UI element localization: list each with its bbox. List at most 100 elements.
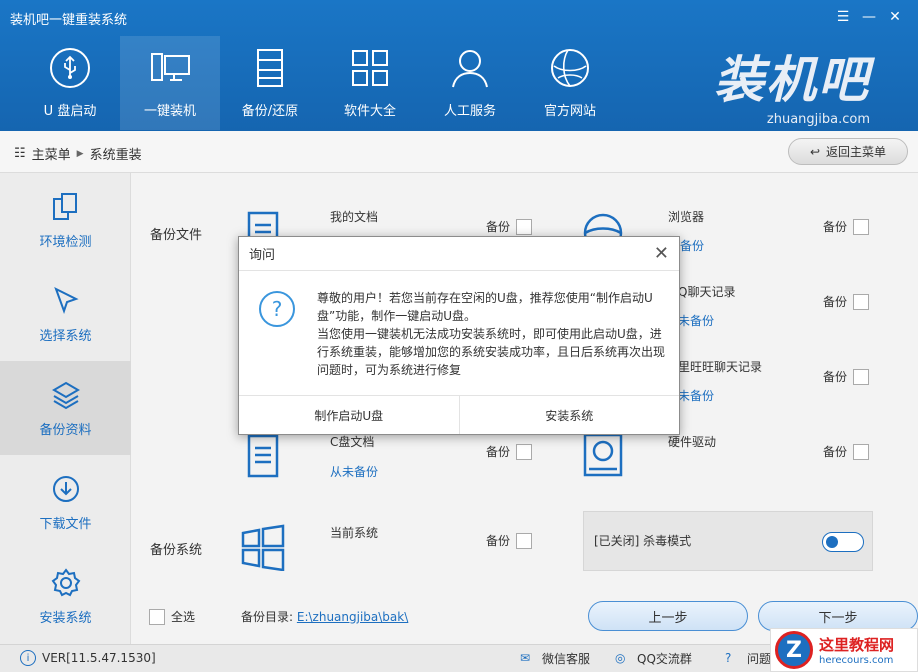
- sidebar-item-label: 安装系统: [39, 610, 92, 626]
- antivirus-mode-panel: [已关闭] 杀毒模式: [583, 511, 873, 571]
- nav-label: 官方网站: [543, 104, 596, 119]
- section-label-backup-system: 备份系统: [150, 543, 203, 558]
- antivirus-toggle[interactable]: [822, 532, 864, 552]
- prev-step-button[interactable]: 上一步: [588, 601, 748, 631]
- backup-current-system[interactable]: 备份: [486, 532, 533, 549]
- item-name-current-system: 当前系统: [330, 526, 379, 540]
- qq-group-link[interactable]: ◎ QQ交流群: [615, 650, 692, 667]
- feedback-link[interactable]: ? 问题: [725, 650, 771, 667]
- item-name-my-documents: 我的文档: [330, 210, 379, 224]
- backup-wangwang-chat[interactable]: 备份: [823, 368, 870, 385]
- watermark: Z 这里教程网 herecours.com: [770, 628, 918, 672]
- sidebar-item-download-files[interactable]: 下载文件: [0, 455, 131, 549]
- nav-label: 软件大全: [343, 104, 396, 119]
- checkbox[interactable]: [516, 532, 533, 549]
- nav-one-click-install[interactable]: 一键装机: [120, 36, 220, 130]
- nav-manual-service[interactable]: 人工服务: [420, 36, 520, 130]
- checkbox[interactable]: [516, 218, 533, 235]
- version-info: i VER[11.5.47.1530]: [20, 650, 156, 666]
- close-icon[interactable]: ✕: [654, 243, 669, 264]
- environment-check-icon: [52, 192, 77, 220]
- item-name-qq-chat: Q聊天记录: [678, 285, 736, 299]
- download-icon: [52, 475, 79, 502]
- backup-label: 备份: [823, 220, 848, 234]
- app-title: 装机吧一键重装系统: [10, 13, 128, 28]
- watermark-logo-icon: Z: [775, 631, 813, 669]
- backup-qq-chat[interactable]: 备份: [823, 293, 870, 310]
- wechat-label: 微信客服: [542, 652, 591, 666]
- dialog-message-line-2: 当您使用一键装机无法成功安装系统时，即可使用此启动U盘，进行系统重装，能够增加您…: [317, 327, 666, 377]
- breadcrumb-root[interactable]: 主菜单: [32, 144, 71, 163]
- backup-label: 备份: [486, 445, 511, 459]
- backup-directory-link[interactable]: E:\zhuangjiba\bak\: [297, 610, 408, 624]
- dialog-buttons: 制作启动U盘 安装系统: [239, 395, 679, 434]
- list-icon: ☷: [14, 146, 26, 161]
- toggle-knob: [826, 536, 838, 548]
- user-icon: [452, 50, 488, 88]
- nav-backup-restore[interactable]: 备份/还原: [220, 36, 320, 130]
- nav-label: 人工服务: [443, 104, 496, 119]
- install-system-button[interactable]: 安装系统: [458, 396, 680, 434]
- backup-my-documents[interactable]: 备份: [486, 218, 533, 235]
- backup-browser[interactable]: 备份: [823, 218, 870, 235]
- dialog-message-line-1: 尊敬的用户！若您当前存在空闲的U盘，推荐您使用“制作启动U盘”功能，制作一键启动…: [317, 291, 653, 323]
- checkbox[interactable]: [853, 368, 870, 385]
- select-all-checkbox[interactable]: [149, 608, 165, 625]
- item-name-wangwang-chat: 里旺旺聊天记录: [678, 360, 763, 374]
- globe-icon: [551, 49, 589, 87]
- watermark-url: herecours.com: [819, 655, 894, 666]
- nav-label: 备份/还原: [241, 104, 299, 119]
- backup-label: 备份: [823, 445, 848, 459]
- close-icon[interactable]: ✕: [882, 6, 908, 28]
- checkbox[interactable]: [853, 218, 870, 235]
- watermark-title: 这里教程网: [819, 636, 895, 654]
- brand-logo-text: 装机吧: [714, 51, 870, 109]
- menu-icon[interactable]: ☰: [830, 6, 856, 28]
- sidebar-item-label: 环境检测: [39, 234, 92, 250]
- version-text: VER[11.5.47.1530]: [42, 651, 156, 665]
- brand-logo: 装机吧 zhuangjiba.com: [714, 40, 870, 127]
- backup-label: 备份: [486, 220, 511, 234]
- item-name-c-drive-docs: C盘文档: [330, 435, 375, 449]
- wechat-support-link[interactable]: ✉ 微信客服: [520, 650, 590, 667]
- sidebar-item-backup-data[interactable]: 备份资料: [0, 361, 131, 455]
- sidebar-item-label: 备份资料: [39, 422, 92, 438]
- backup-c-drive-docs[interactable]: 备份: [486, 443, 533, 460]
- question-icon: ?: [725, 650, 732, 665]
- nav-usb-boot[interactable]: U 盘启动: [20, 36, 120, 130]
- return-icon: ↩: [809, 144, 821, 159]
- minimize-icon[interactable]: —: [856, 6, 882, 28]
- checkbox[interactable]: [853, 443, 870, 460]
- section-label-backup-files: 备份文件: [150, 228, 203, 243]
- qq-label: QQ交流群: [637, 652, 692, 666]
- sidebar-item-select-system[interactable]: 选择系统: [0, 267, 131, 361]
- nav-software[interactable]: 软件大全: [320, 36, 420, 130]
- dialog-header: 询问 ✕: [239, 237, 679, 271]
- dialog-message: 尊敬的用户！若您当前存在空闲的U盘，推荐您使用“制作启动U盘”功能，制作一键启动…: [317, 289, 667, 379]
- backup-directory-label: 备份目录:: [241, 610, 294, 624]
- sidebar-item-environment-check[interactable]: 环境检测: [0, 173, 131, 267]
- dialog-title: 询问: [249, 248, 276, 263]
- inquiry-dialog: 询问 ✕ ? 尊敬的用户！若您当前存在空闲的U盘，推荐您使用“制作启动U盘”功能…: [238, 236, 680, 435]
- checkbox[interactable]: [516, 443, 533, 460]
- header: 装机吧一键重装系统 ☰ — ✕ U 盘启动 一键装机 备份/还原 软件大全 人工…: [0, 0, 918, 131]
- feedback-label: 问题: [747, 652, 772, 666]
- next-step-button[interactable]: 下一步: [758, 601, 918, 631]
- item-name-hardware-driver: 硬件驱动: [668, 435, 717, 449]
- nav-label: U 盘启动: [43, 104, 97, 119]
- breadcrumb-current: 系统重装: [89, 148, 142, 163]
- gear-icon: [51, 567, 80, 596]
- sidebar-item-install-system[interactable]: 安装系统: [0, 549, 131, 643]
- backup-hardware-driver[interactable]: 备份: [823, 443, 870, 460]
- back-to-main-button[interactable]: ↩ 返回主菜单: [788, 138, 908, 165]
- checkbox[interactable]: [853, 293, 870, 310]
- make-boot-usb-button[interactable]: 制作启动U盘: [239, 396, 459, 434]
- select-all[interactable]: 全选: [149, 608, 195, 625]
- select-all-label: 全选: [171, 610, 196, 624]
- nav-official-site[interactable]: 官方网站: [520, 36, 620, 130]
- sidebar-item-label: 下载文件: [39, 516, 92, 532]
- backup-icon: [257, 49, 283, 87]
- window-controls: ☰ — ✕: [830, 6, 908, 28]
- breadcrumb-bar: ☷ 主菜单 ▶ 系统重装 ↩ 返回主菜单: [0, 131, 918, 173]
- item-status-c-drive-docs: 从未备份: [330, 465, 379, 479]
